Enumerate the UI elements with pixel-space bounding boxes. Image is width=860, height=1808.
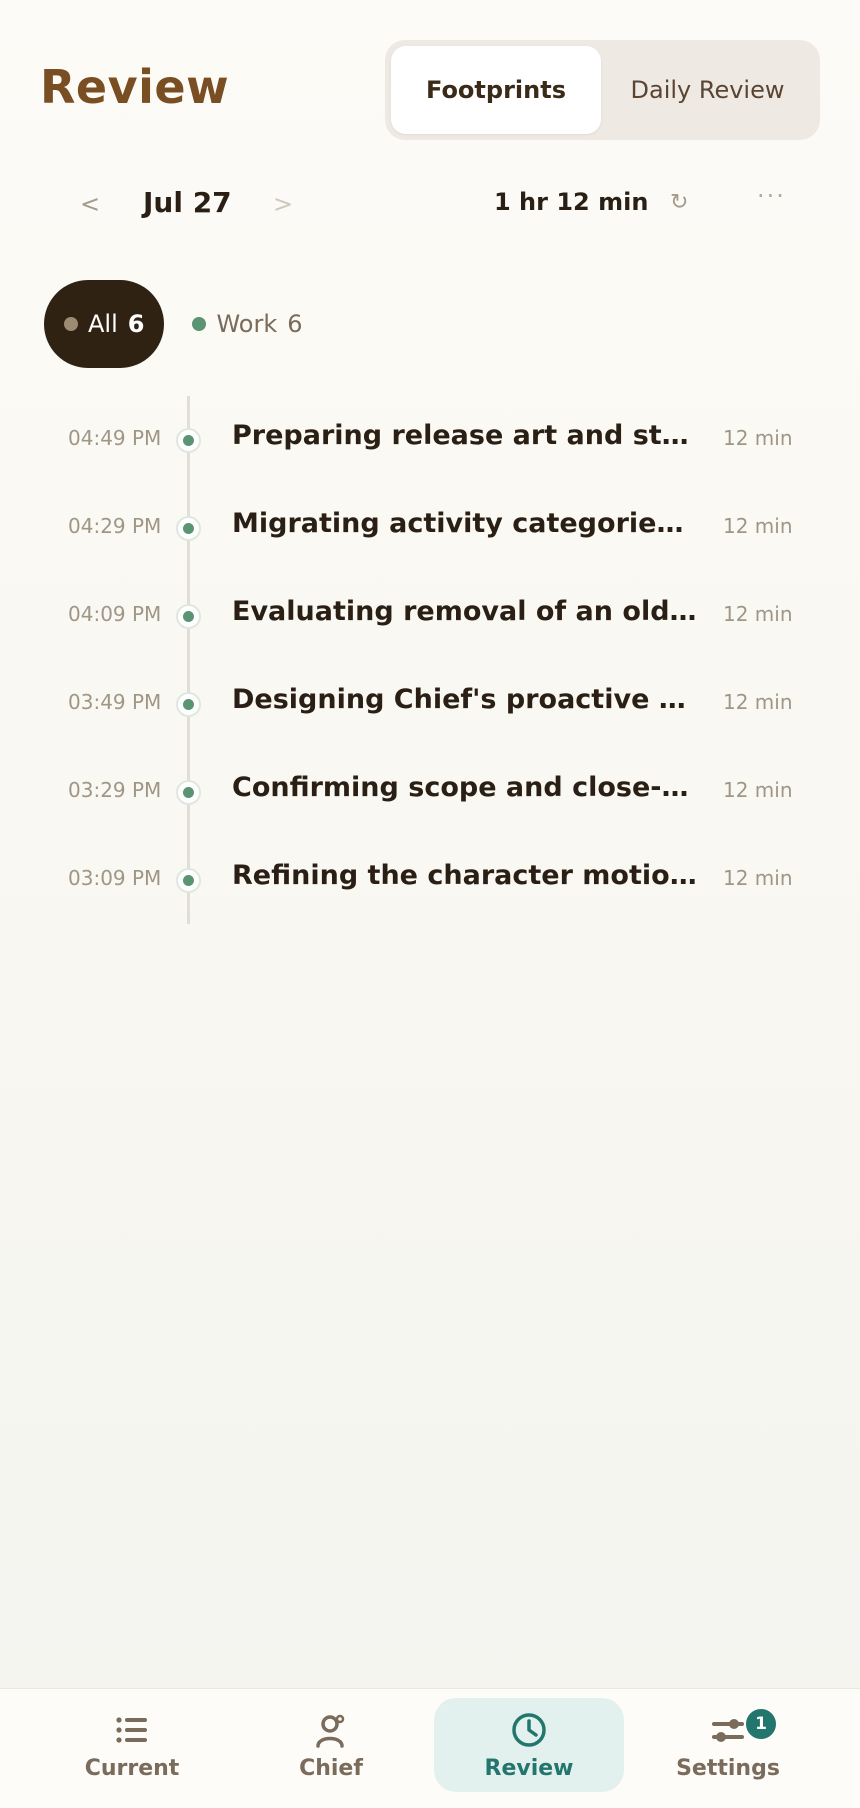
- row-title: Preparing release art and store listing: [232, 420, 698, 451]
- row-duration: 12 min: [723, 426, 793, 450]
- page-title: Review: [40, 60, 230, 114]
- nav-label: Review: [484, 1755, 574, 1781]
- chip-dot: [64, 317, 78, 331]
- more-options-icon[interactable]: ···: [757, 182, 786, 210]
- timeline-row[interactable]: 03:09 PM Refining the character motion s…: [0, 836, 860, 924]
- row-time: 03:49 PM: [68, 690, 162, 714]
- row-title: Migrating activity categories and data: [232, 508, 698, 539]
- row-title: Confirming scope and close-out: [232, 772, 698, 803]
- row-time: 04:29 PM: [68, 514, 162, 538]
- timeline-row[interactable]: 04:49 PM Preparing release art and store…: [0, 396, 860, 484]
- row-title: Evaluating removal of an old module: [232, 596, 698, 627]
- row-time: 03:29 PM: [68, 778, 162, 802]
- row-time: 04:09 PM: [68, 602, 162, 626]
- view-segmented-control: Footprints Daily Review: [385, 40, 820, 140]
- row-duration: 12 min: [723, 602, 793, 626]
- nav-review[interactable]: Review: [434, 1698, 624, 1792]
- tab-daily-review[interactable]: Daily Review: [601, 46, 814, 134]
- nav-label: Settings: [676, 1755, 780, 1781]
- chip-count: 6: [287, 310, 303, 338]
- list-icon: [112, 1710, 152, 1750]
- timeline-row[interactable]: 04:29 PM Migrating activity categories a…: [0, 484, 860, 572]
- timeline-dot-icon: [176, 428, 201, 453]
- category-filters: All 6 Work 6: [44, 280, 323, 368]
- clock-icon: [509, 1710, 549, 1750]
- row-time: 03:09 PM: [68, 866, 162, 890]
- nav-chief[interactable]: Chief: [236, 1698, 426, 1792]
- bottom-navigation: Current Chief Review Settings 1: [0, 1688, 860, 1808]
- total-duration: 1 hr 12 min: [494, 188, 649, 216]
- person-icon: [311, 1710, 351, 1750]
- row-time: 04:49 PM: [68, 426, 162, 450]
- timeline: 04:49 PM Preparing release art and store…: [0, 396, 860, 926]
- row-duration: 12 min: [723, 866, 793, 890]
- row-title: Designing Chief's proactive organization: [232, 684, 698, 715]
- row-title: Refining the character motion system: [232, 860, 698, 891]
- nav-current[interactable]: Current: [37, 1698, 227, 1792]
- timeline-dot-icon: [176, 868, 201, 893]
- chip-label: Work: [216, 310, 278, 338]
- refresh-icon[interactable]: ↻: [670, 190, 688, 215]
- tab-footprints[interactable]: Footprints: [391, 46, 601, 134]
- row-duration: 12 min: [723, 778, 793, 802]
- date-label: Jul 27: [143, 186, 232, 219]
- settings-badge: 1: [744, 1707, 778, 1741]
- filter-chip-work[interactable]: Work 6: [164, 280, 322, 368]
- row-duration: 12 min: [723, 690, 793, 714]
- timeline-row[interactable]: 03:49 PM Designing Chief's proactive org…: [0, 660, 860, 748]
- nav-label: Current: [84, 1755, 180, 1781]
- filter-chip-all[interactable]: All 6: [44, 280, 165, 368]
- nav-label: Chief: [299, 1755, 363, 1781]
- timeline-dot-icon: [176, 780, 201, 805]
- previous-day-button[interactable]: <: [80, 190, 100, 218]
- sliders-icon: [708, 1710, 748, 1750]
- date-bar: < Jul 27 > 1 hr 12 min ↻ ···: [0, 180, 860, 240]
- timeline-row[interactable]: 04:09 PM Evaluating removal of an old mo…: [0, 572, 860, 660]
- timeline-row[interactable]: 03:29 PM Confirming scope and close-out …: [0, 748, 860, 836]
- nav-settings[interactable]: Settings: [633, 1698, 823, 1792]
- chip-count: 6: [127, 310, 145, 338]
- chip-label: All: [88, 310, 118, 338]
- row-duration: 12 min: [723, 514, 793, 538]
- timeline-dot-icon: [176, 692, 201, 717]
- timeline-dot-icon: [176, 516, 201, 541]
- chip-dot: [192, 317, 207, 331]
- timeline-dot-icon: [176, 604, 201, 629]
- header: Review Footprints Daily Review: [0, 0, 860, 150]
- next-day-button[interactable]: >: [273, 190, 293, 218]
